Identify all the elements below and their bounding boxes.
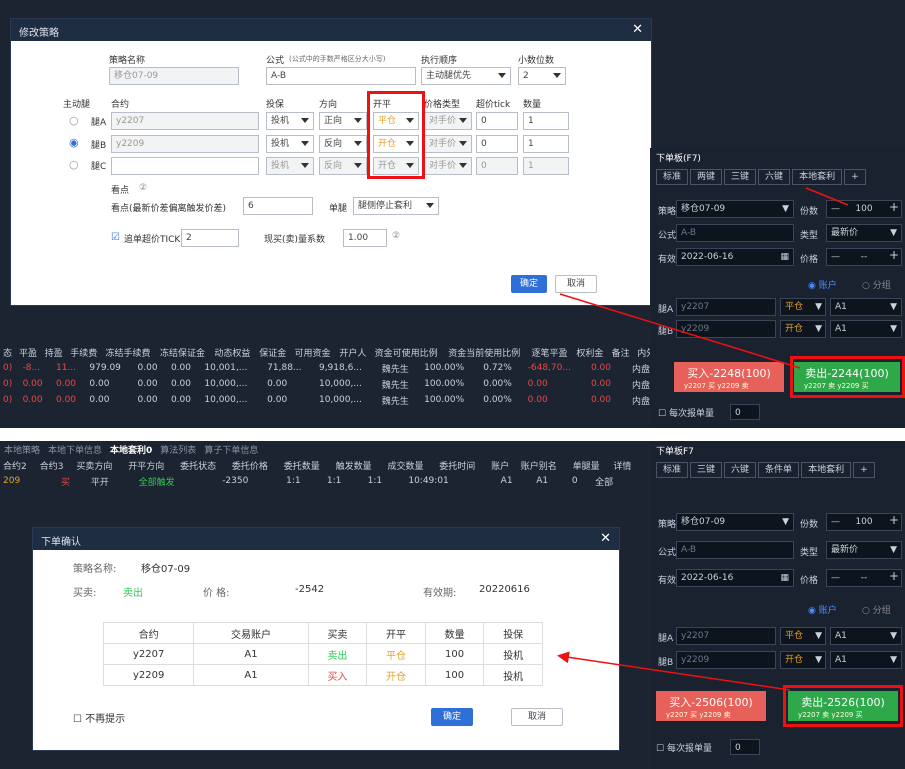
annotation-arrows-bottom xyxy=(557,651,791,691)
